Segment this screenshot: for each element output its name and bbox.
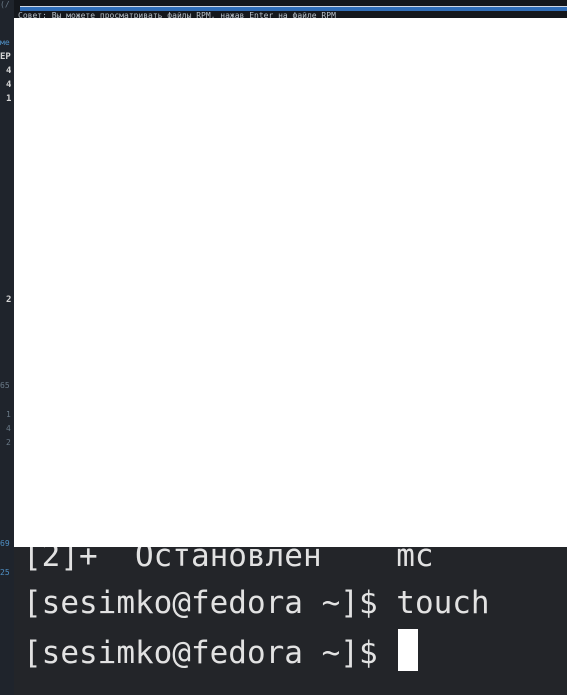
fragment-text: 4 bbox=[6, 66, 12, 76]
fragment-text: 2 bbox=[6, 438, 11, 447]
fragment-text: 1 bbox=[6, 410, 11, 419]
terminal-window[interactable]: [2]+ Остановлен mc [sesimko@fedora ~]$ t… bbox=[14, 547, 567, 695]
fragment-text: (/ bbox=[0, 0, 10, 9]
mc-status-bar: Совет: Вы можете просматривать файлы RPM… bbox=[14, 0, 567, 18]
fragment-text: 25 bbox=[0, 568, 10, 577]
blank-window-overlay bbox=[14, 18, 567, 547]
fragment-text: 2 bbox=[6, 295, 12, 305]
fragment-text: 4 bbox=[6, 424, 11, 433]
text-cursor bbox=[398, 629, 419, 671]
fragment-text: 4 bbox=[6, 80, 12, 90]
fragment-text: 1 bbox=[6, 94, 12, 104]
mc-panel-border bbox=[20, 6, 567, 11]
fragment-text: 69 bbox=[0, 539, 10, 548]
terminal-job-line: [2]+ Остановлен mc bbox=[23, 547, 434, 574]
fragment-text: ме bbox=[0, 38, 10, 47]
background-window-edge: (/ ме EP 4 4 1 2 65 1 4 2 69 25 bbox=[0, 0, 14, 695]
fragment-text: EP bbox=[0, 52, 11, 62]
terminal-prompt: [sesimko@fedora ~]$ bbox=[23, 585, 397, 621]
terminal-prompt: [sesimko@fedora ~]$ bbox=[23, 635, 397, 671]
terminal-command-line: [sesimko@fedora ~]$ touch bbox=[23, 578, 490, 628]
fragment-text: 65 bbox=[0, 381, 10, 390]
terminal-command: touch bbox=[396, 585, 490, 621]
terminal-input-line[interactable]: [sesimko@fedora ~]$ bbox=[23, 628, 419, 678]
